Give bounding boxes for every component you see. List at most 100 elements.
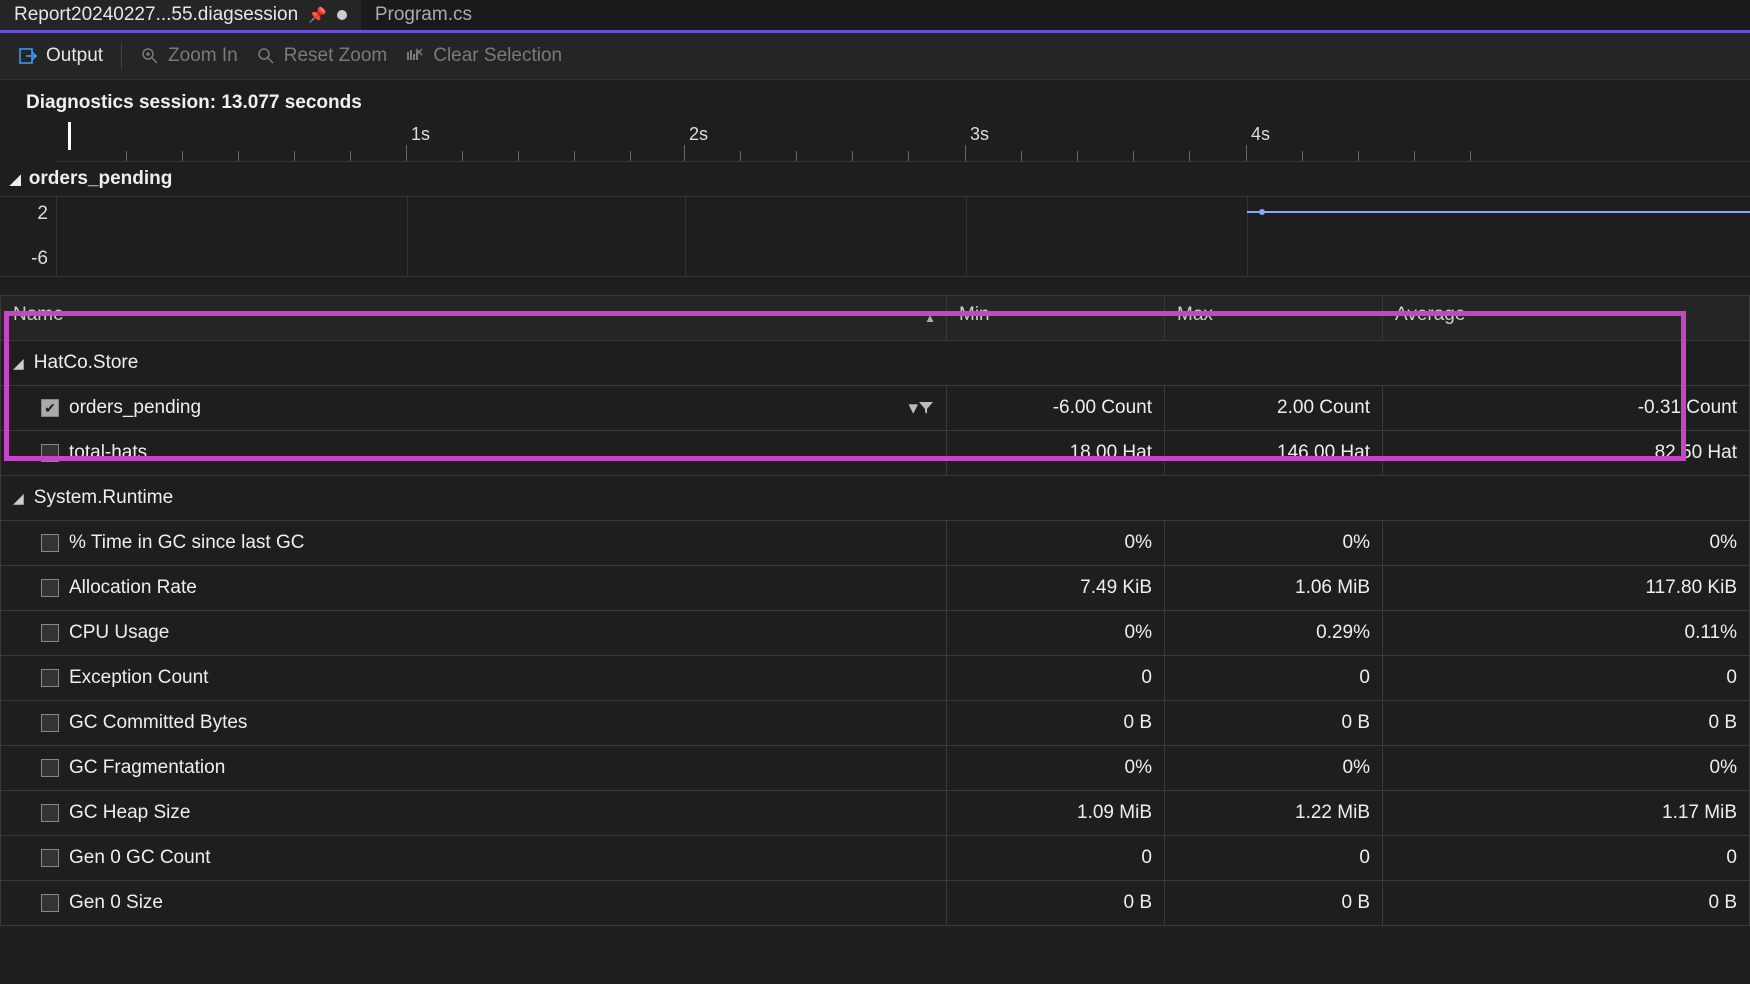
row-checkbox[interactable] [41,669,59,687]
cell-min: 0 B [947,701,1165,746]
table-row[interactable]: Allocation Rate7.49 KiB1.06 MiB117.80 Ki… [1,566,1750,611]
zoom-in-label: Zoom In [168,45,238,67]
cell-avg: 0% [1383,521,1750,566]
output-button[interactable]: Output [18,45,103,67]
counter-name: Gen 0 Size [69,892,163,914]
cell-min: 7.49 KiB [947,566,1165,611]
cell-avg: 0 [1383,656,1750,701]
separator [121,43,122,69]
clear-selection-button[interactable]: Clear Selection [405,45,562,67]
cell-max: 0% [1165,521,1383,566]
row-checkbox[interactable]: ✔ [41,399,59,417]
group-name: System.Runtime [34,487,173,509]
table-row[interactable]: % Time in GC since last GC0%0%0% [1,521,1750,566]
table-row[interactable]: Gen 0 GC Count000 [1,836,1750,881]
pin-icon[interactable]: 📌 [308,6,327,24]
clear-selection-label: Clear Selection [433,45,562,67]
table-row[interactable]: CPU Usage0%0.29%0.11% [1,611,1750,656]
playhead-marker[interactable] [68,122,71,150]
tick-label: 3s [970,124,989,145]
cell-min: -6.00 Count [947,386,1165,431]
cell-max: 146.00 Hat [1165,431,1383,476]
tab-bar: Report20240227...55.diagsession 📌 Progra… [0,0,1750,30]
y-max: 2 [37,203,48,225]
col-max[interactable]: Max [1165,296,1383,341]
zoom-in-icon [140,46,160,66]
cell-avg: 0 B [1383,881,1750,926]
reset-zoom-button[interactable]: Reset Zoom [256,45,387,67]
zoom-in-button[interactable]: Zoom In [140,45,238,67]
graph-body: 2 -6 [0,197,1750,277]
row-checkbox[interactable] [41,624,59,642]
counter-name: GC Committed Bytes [69,712,247,734]
timeline-ruler[interactable]: 1s 2s 3s 4s [0,122,1750,162]
cell-max: 0 [1165,836,1383,881]
export-icon [18,46,38,66]
cell-avg: 0% [1383,746,1750,791]
table-row[interactable]: ✔ orders_pending ▾ -6.00 Count2.00 Count-0.… [1,386,1750,431]
table-row[interactable]: GC Heap Size1.09 MiB1.22 MiB1.17 MiB [1,791,1750,836]
cell-max: 0 [1165,656,1383,701]
graph-section-header[interactable]: ◢ orders_pending [0,162,1750,197]
col-average[interactable]: Average [1383,296,1750,341]
tab-label: Report20240227...55.diagsession [14,4,298,26]
cell-avg: 82.50 Hat [1383,431,1750,476]
cell-max: 0.29% [1165,611,1383,656]
sort-asc-icon: ▲ [924,311,936,325]
tab-program[interactable]: Program.cs [361,0,486,30]
row-checkbox[interactable] [41,714,59,732]
cell-avg: 0.11% [1383,611,1750,656]
collapse-icon: ◢ [13,490,24,507]
table-row[interactable]: total-hats 18.00 Hat146.00 Hat82.50 Hat [1,431,1750,476]
tick-label: 1s [411,124,430,145]
counters-table-wrap: Name ▲ Min Max Average ◢HatCo.Store✔orde… [0,295,1750,926]
cell-min: 0 [947,836,1165,881]
counter-name: total-hats [69,442,147,464]
cell-max: 2.00 Count [1165,386,1383,431]
cell-min: 0 B [947,881,1165,926]
table-row[interactable]: GC Committed Bytes0 B0 B0 B [1,701,1750,746]
group-row[interactable]: ◢HatCo.Store [1,341,1750,386]
output-label: Output [46,45,103,67]
group-row[interactable]: ◢ System.Runtime [1,476,1750,521]
counter-name: GC Fragmentation [69,757,225,779]
cell-max: 0% [1165,746,1383,791]
tick-label: 4s [1251,124,1270,145]
tab-report[interactable]: Report20240227...55.diagsession 📌 [0,0,361,30]
cell-avg: 0 B [1383,701,1750,746]
row-checkbox[interactable] [41,849,59,867]
graph-yaxis: 2 -6 [0,197,56,276]
counter-name: Allocation Rate [69,577,197,599]
table-row[interactable]: Exception Count000 [1,656,1750,701]
collapse-icon: ◢ [10,171,21,188]
col-name[interactable]: Name ▲ [1,296,947,341]
cell-max: 0 B [1165,701,1383,746]
cell-max: 0 B [1165,881,1383,926]
counter-name: Exception Count [69,667,208,689]
tick-label: 2s [689,124,708,145]
graph-title: orders_pending [29,168,173,190]
y-min: -6 [31,248,48,270]
col-min[interactable]: Min [947,296,1165,341]
row-checkbox[interactable] [41,894,59,912]
row-checkbox[interactable] [41,444,59,462]
cell-min: 18.00 Hat [947,431,1165,476]
filter-icon[interactable]: ▾ [908,397,934,420]
table-row[interactable]: GC Fragmentation0%0%0% [1,746,1750,791]
reset-zoom-icon [256,46,276,66]
row-checkbox[interactable] [41,534,59,552]
counter-name: Gen 0 GC Count [69,847,211,869]
group-name: HatCo.Store [34,352,139,374]
row-checkbox[interactable] [41,759,59,777]
counter-name: orders_pending [69,397,201,419]
row-checkbox[interactable] [41,804,59,822]
cell-avg: -0.31 Count [1383,386,1750,431]
cell-max: 1.22 MiB [1165,791,1383,836]
table-row[interactable]: Gen 0 Size0 B0 B0 B [1,881,1750,926]
counter-name: GC Heap Size [69,802,190,824]
counter-name: CPU Usage [69,622,169,644]
session-duration-label: Diagnostics session: 13.077 seconds [0,80,1750,122]
row-checkbox[interactable] [41,579,59,597]
graph-plot[interactable] [56,197,1750,276]
cell-min: 0% [947,521,1165,566]
